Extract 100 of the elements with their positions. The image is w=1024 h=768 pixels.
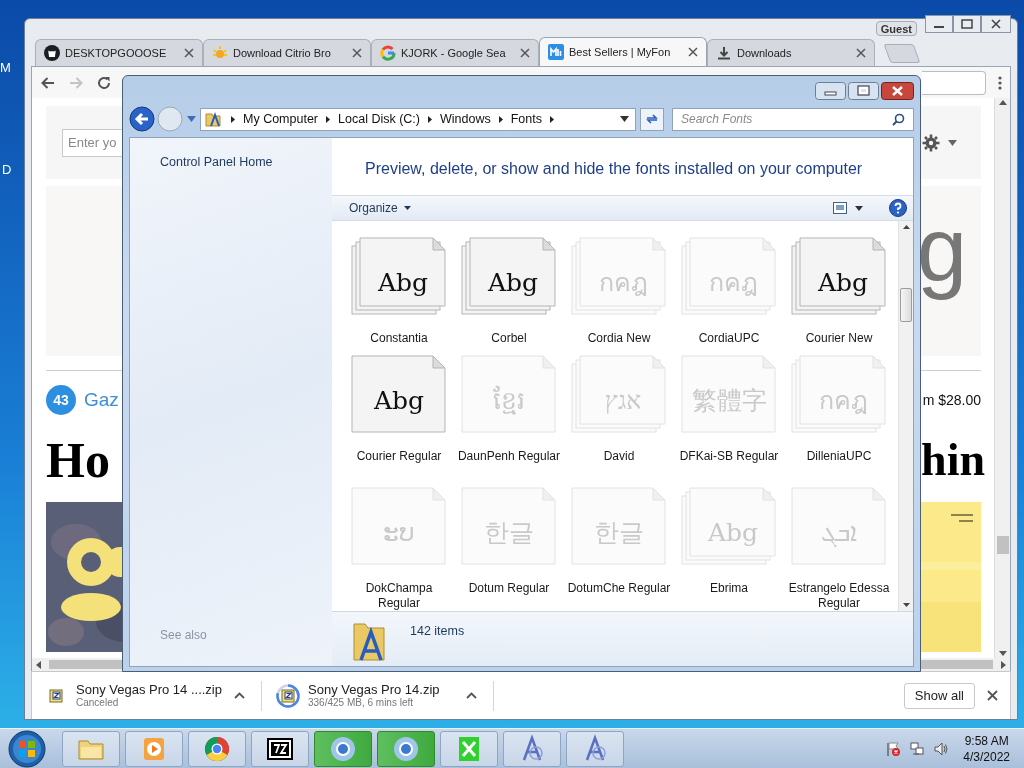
profile-button[interactable]: Guest <box>875 21 917 36</box>
font-name[interactable]: DokChampa Regular <box>346 581 452 611</box>
chevron-right-icon[interactable] <box>428 115 432 123</box>
close-icon[interactable] <box>352 48 362 58</box>
font-file-icon[interactable] <box>461 237 557 317</box>
menu-icon[interactable] <box>998 74 1002 91</box>
browser-tab[interactable]: DESKTOPGOOOSE <box>35 39 203 66</box>
view-icon[interactable] <box>833 202 847 214</box>
breadcrumb-item[interactable]: Windows <box>440 109 491 129</box>
breadcrumb-item[interactable]: Local Disk (C:) <box>338 109 420 129</box>
font-name[interactable]: David <box>566 449 672 464</box>
font-file-icon[interactable] <box>791 237 887 317</box>
browser-tab[interactable]: Downloads <box>707 39 875 66</box>
font-name[interactable]: Dotum Regular <box>456 581 562 596</box>
close-icon[interactable] <box>520 48 530 58</box>
maximize-icon[interactable] <box>848 82 879 100</box>
browser-tab[interactable]: Download Citrio Bro <box>203 39 371 66</box>
scrollbar-thumb[interactable] <box>997 536 1009 554</box>
font-name[interactable]: DaunPenh Regular <box>456 449 562 464</box>
scroll-down-icon[interactable] <box>998 651 1007 656</box>
search-field[interactable]: Enter yo <box>62 128 123 157</box>
address-field[interactable] <box>922 70 986 95</box>
font-name[interactable]: Ebrima <box>676 581 782 596</box>
font-name[interactable]: DilleniaUPC <box>786 449 892 464</box>
scroll-right-icon[interactable] <box>1001 660 1006 669</box>
heading-text: Ho <box>46 433 110 487</box>
chevron-right-icon[interactable] <box>550 115 554 123</box>
font-name[interactable]: DotumChe Regular <box>566 581 672 596</box>
download-name[interactable]: Sony Vegas Pro 14.zip <box>308 682 458 697</box>
close-icon[interactable] <box>688 47 698 57</box>
chevron-right-icon[interactable] <box>231 115 235 123</box>
breadcrumb-item[interactable]: Fonts <box>510 109 542 129</box>
heading-text: hin <box>921 433 985 487</box>
font-name[interactable]: Corbel <box>456 331 562 346</box>
clock-date: 4/3/2022 <box>963 748 1010 765</box>
scrollbar[interactable] <box>32 658 123 671</box>
download-name[interactable]: Sony Vegas Pro 14 ....zip <box>76 682 226 697</box>
font-name[interactable]: Courier New <box>786 331 892 346</box>
caret-up-icon[interactable] <box>234 692 245 699</box>
scrollbar[interactable] <box>898 221 913 611</box>
search-placeholder: Search Fonts <box>681 111 753 128</box>
download-status: 336/425 MB, 6 mins left <box>308 697 415 709</box>
chevron-right-icon[interactable] <box>498 115 503 123</box>
close-icon[interactable] <box>184 48 194 58</box>
network-icon[interactable] <box>909 740 926 757</box>
taskbar-button[interactable] <box>251 730 309 767</box>
breadcrumb-item[interactable]: My Computer <box>243 109 319 129</box>
close-icon[interactable] <box>881 82 914 100</box>
address-bar[interactable]: My Computer Local Disk (C:) Windows Fonts <box>200 107 636 131</box>
close-icon[interactable] <box>981 15 1011 33</box>
caret-icon[interactable] <box>855 205 863 211</box>
browser-tab[interactable]: KJORK - Google Sea <box>371 39 539 66</box>
show-all-button[interactable]: Show all <box>903 682 975 709</box>
font-name[interactable]: Courier Regular <box>346 449 452 464</box>
clock-time: 9:58 AM <box>964 732 1009 749</box>
reload-icon[interactable] <box>96 74 112 91</box>
font-name[interactable]: Estrangelo Edessa Regular <box>786 581 892 611</box>
organize-button[interactable]: Organize <box>349 199 411 217</box>
search-field[interactable]: Search Fonts <box>672 107 914 131</box>
flag-icon[interactable] <box>885 740 902 757</box>
font-name[interactable]: CordiaUPC <box>676 331 782 346</box>
sidebar-link[interactable]: Control Panel Home <box>160 153 332 172</box>
ring-logo-icon <box>380 45 396 61</box>
scrollbar-thumb[interactable] <box>920 660 993 669</box>
scrollbar[interactable] <box>994 98 1010 658</box>
scroll-left-icon[interactable] <box>36 660 41 669</box>
rank-badge: 43 <box>46 385 76 415</box>
start-orb-icon[interactable] <box>8 729 46 768</box>
scroll-up-icon[interactable] <box>902 225 910 229</box>
preview-letter: g <box>916 199 967 302</box>
refresh-button[interactable] <box>640 107 664 131</box>
scroll-down-icon[interactable] <box>902 603 910 607</box>
price-text: m $28.00 <box>922 390 981 410</box>
scrollbar-thumb[interactable] <box>900 288 912 322</box>
back-icon[interactable] <box>129 106 155 132</box>
close-icon[interactable] <box>987 690 998 701</box>
maximize-icon[interactable] <box>953 15 981 33</box>
minimize-icon[interactable] <box>925 15 953 33</box>
clock[interactable]: 9:58 AM 4/3/2022 <box>963 732 1010 765</box>
font-file-icon[interactable] <box>351 355 447 435</box>
caret-icon[interactable] <box>948 139 957 146</box>
font-sample: Abg <box>486 267 540 299</box>
font-sample: Abg <box>376 267 430 299</box>
scroll-up-icon[interactable] <box>998 100 1007 105</box>
scrollbar[interactable] <box>920 658 1010 671</box>
font-name[interactable]: Constantia <box>346 331 452 346</box>
font-name[interactable]: Cordia New <box>566 331 672 346</box>
font-file-icon[interactable] <box>351 237 447 317</box>
volume-icon[interactable] <box>933 740 950 757</box>
scrollbar-thumb[interactable] <box>49 660 123 669</box>
chevron-right-icon[interactable] <box>326 115 331 123</box>
caret-up-icon[interactable] <box>466 692 477 699</box>
dropdown-caret-icon[interactable] <box>620 116 629 122</box>
tab-title: Download Citrio Bro <box>233 45 332 61</box>
search-placeholder: Enter yo <box>68 133 117 152</box>
font-name[interactable]: DFKai-SB Regular <box>676 449 782 464</box>
browser-tab[interactable]: Best Sellers | MyFon <box>539 37 707 66</box>
help-icon[interactable] <box>889 199 907 217</box>
search-icon[interactable] <box>892 112 905 126</box>
close-icon[interactable] <box>856 48 866 58</box>
